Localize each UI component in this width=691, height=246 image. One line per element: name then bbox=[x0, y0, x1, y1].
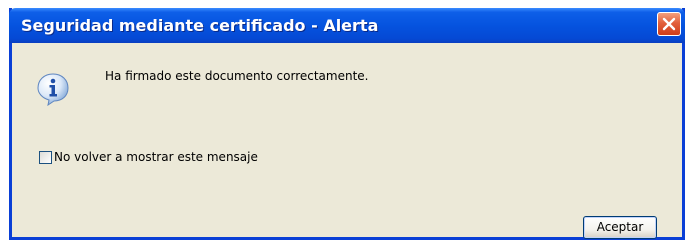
dont-show-again-checkbox[interactable] bbox=[39, 150, 52, 164]
close-button[interactable] bbox=[657, 12, 681, 36]
window-title: Seguridad mediante certificado - Alerta bbox=[21, 16, 379, 35]
close-icon bbox=[662, 17, 676, 31]
alert-message: Ha firmado este documento correctamente. bbox=[105, 69, 369, 83]
dont-show-again-label[interactable]: No volver a mostrar este mensaje bbox=[54, 150, 258, 164]
title-bar[interactable]: Seguridad mediante certificado - Alerta bbox=[9, 8, 685, 43]
ok-button[interactable]: Aceptar bbox=[583, 216, 657, 239]
dont-show-again-option[interactable]: No volver a mostrar este mensaje bbox=[39, 149, 258, 165]
info-icon bbox=[37, 73, 69, 106]
